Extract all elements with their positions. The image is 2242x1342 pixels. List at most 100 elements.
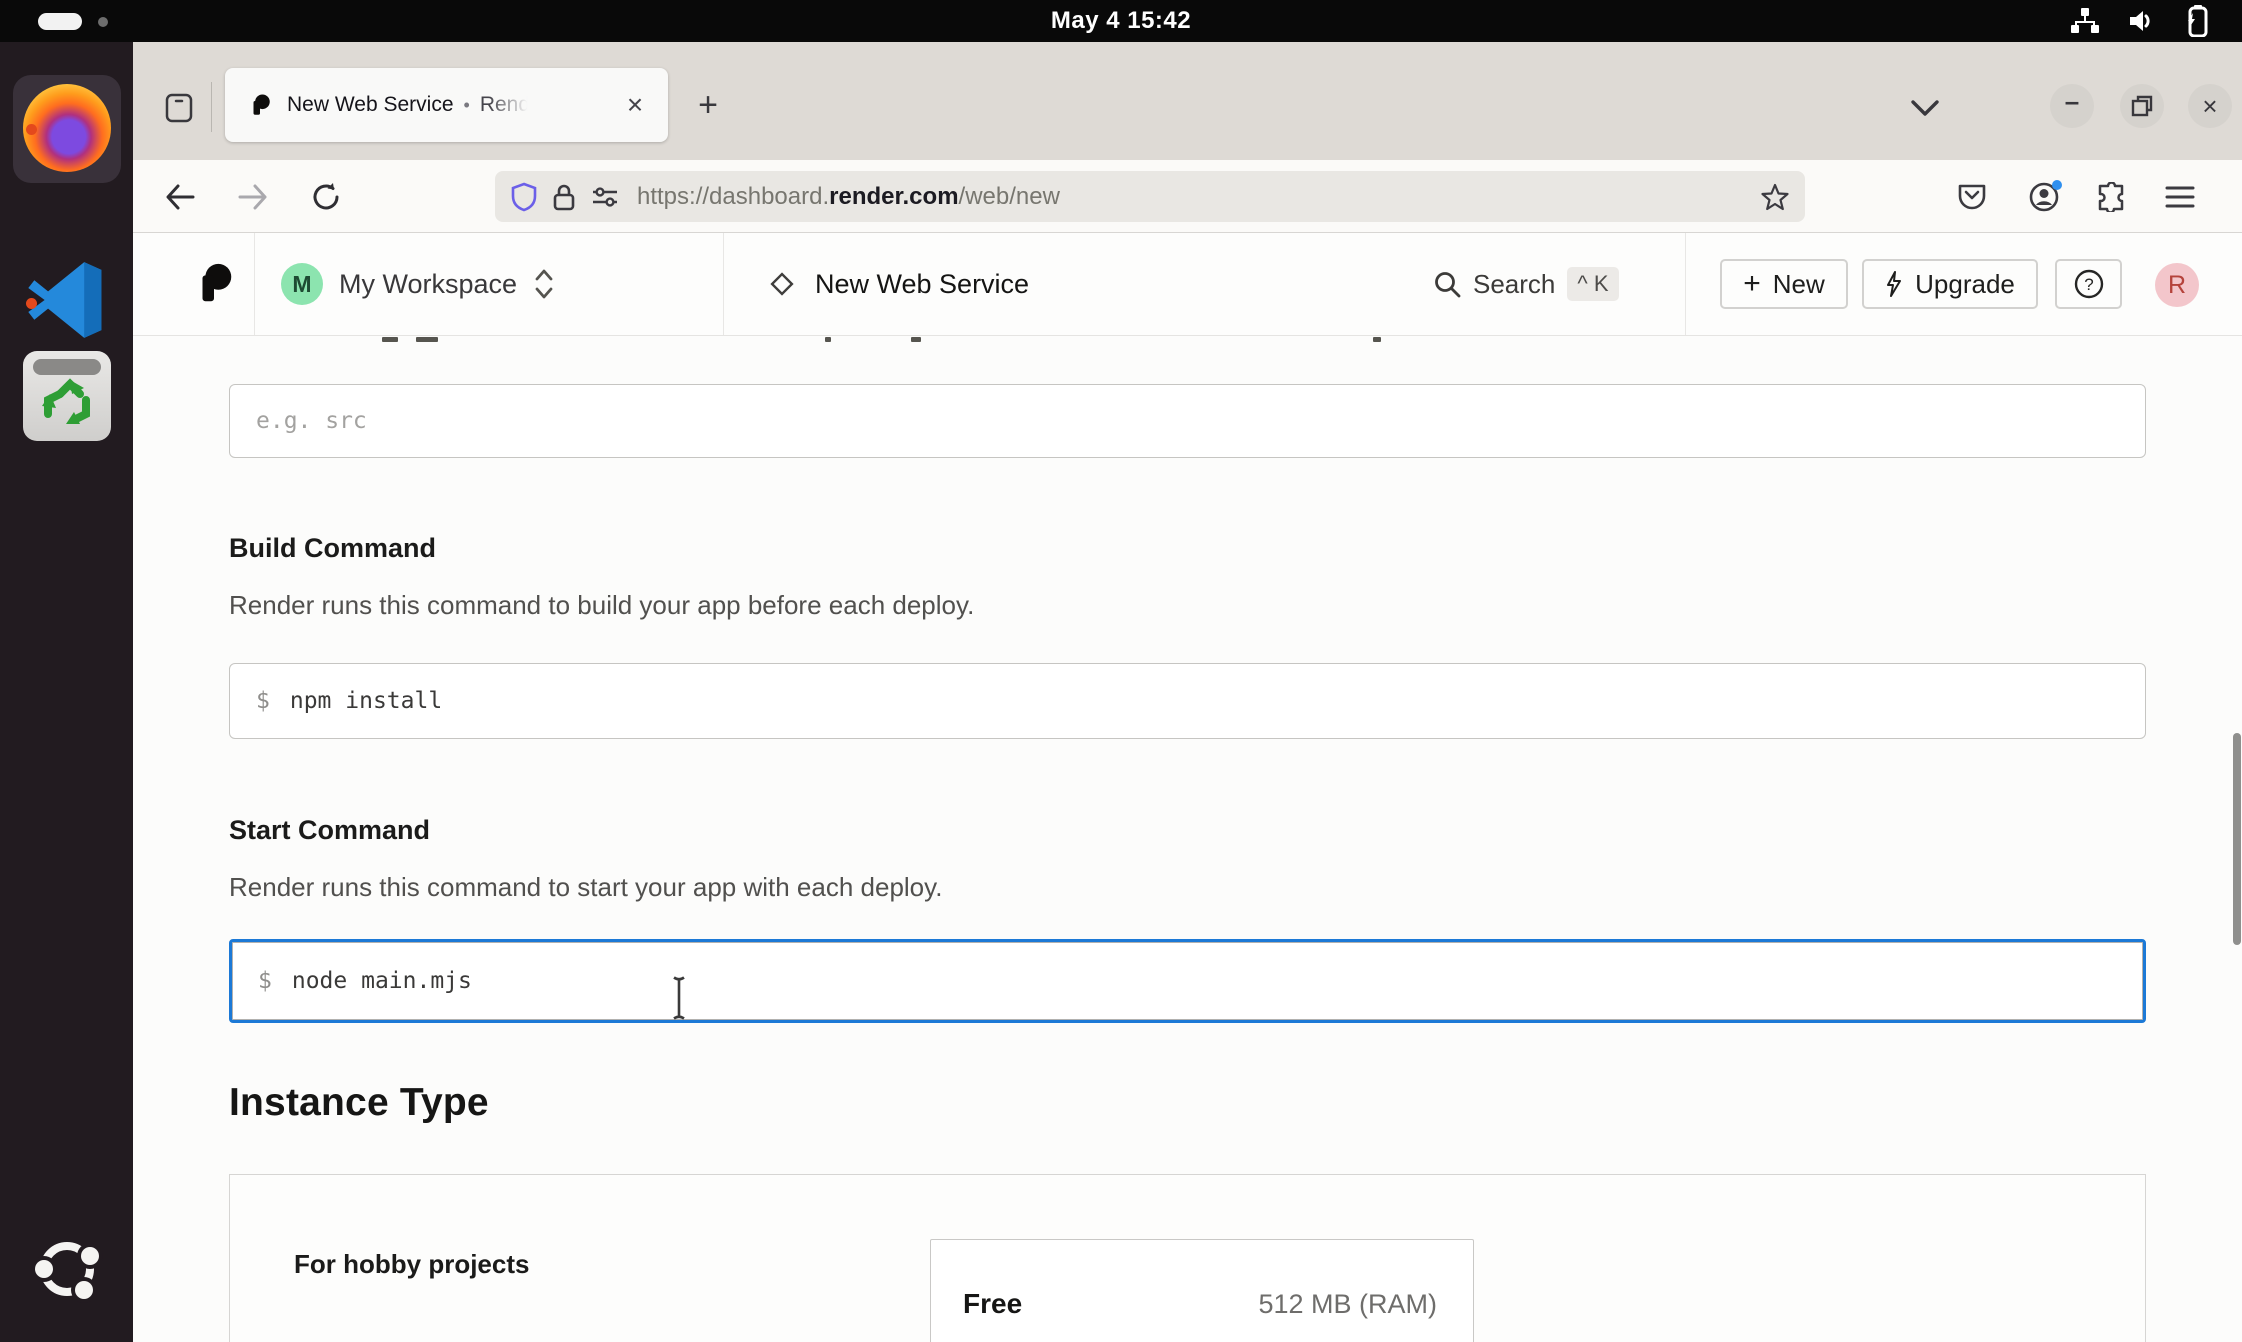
shell-prompt: $	[258, 968, 272, 994]
plus-icon: +	[698, 86, 718, 125]
dock-item-firefox[interactable]	[21, 82, 113, 174]
trash-lid	[33, 359, 101, 375]
upgrade-button-label: Upgrade	[1915, 269, 2015, 300]
header-divider	[254, 233, 255, 335]
firefox-view-icon	[163, 92, 195, 124]
forward-arrow-icon	[237, 183, 269, 211]
start-command-description: Render runs this command to start your a…	[229, 872, 942, 903]
firefox-window: New Web Service • Rend × + – ×	[133, 42, 2242, 1342]
clipped-text-fragment	[382, 337, 398, 342]
tab-title-separator: •	[464, 95, 470, 116]
search-label: Search	[1473, 269, 1555, 300]
close-icon: ×	[2202, 91, 2217, 122]
search-button[interactable]: Search ^ K	[1433, 233, 1619, 335]
free-plan-card[interactable]: Free 512 MB (RAM)	[930, 1239, 1474, 1342]
workspace-avatar: M	[281, 263, 323, 305]
hamburger-menu-icon	[2165, 185, 2195, 209]
url-bar[interactable]: https://dashboard.render.com/web/new	[495, 171, 1805, 222]
plan-name: Free	[963, 1288, 1022, 1320]
render-app-header: M My Workspace New Web Service	[133, 233, 2242, 336]
help-icon: ?	[2072, 267, 2106, 301]
close-icon: ×	[627, 91, 643, 119]
pocket-icon	[1957, 183, 1987, 211]
maximize-button[interactable]	[2120, 84, 2164, 128]
header-divider	[723, 233, 724, 335]
tab-title: New Web Service • Rend	[287, 93, 618, 117]
account-button[interactable]	[2020, 172, 2070, 222]
bookmark-button[interactable]	[1753, 175, 1797, 219]
battery-icon	[2182, 5, 2212, 37]
url-text[interactable]: https://dashboard.render.com/web/new	[637, 183, 1753, 211]
network-icon	[2070, 6, 2100, 36]
start-command-label: Start Command	[229, 815, 430, 846]
plan-ram: 512 MB (RAM)	[1258, 1289, 1437, 1320]
build-command-input[interactable]	[290, 688, 2119, 714]
start-command-field[interactable]: $	[229, 939, 2146, 1023]
search-shortcut-badge: ^ K	[1567, 267, 1618, 301]
close-window-button[interactable]: ×	[2188, 84, 2232, 128]
root-directory-input[interactable]	[256, 408, 2119, 434]
clipped-text-fragment	[825, 337, 831, 342]
url-path: /web/new	[959, 183, 1060, 210]
chevron-down-icon	[1910, 99, 1940, 117]
build-command-description: Render runs this command to build your a…	[229, 590, 974, 621]
navigation-toolbar: https://dashboard.render.com/web/new	[133, 160, 2242, 233]
instance-type-card: For hobby projects Free 512 MB (RAM)	[229, 1174, 2146, 1342]
page-scrollbar-thumb[interactable]	[2233, 733, 2241, 945]
ubuntu-show-apps-button[interactable]	[28, 1230, 106, 1308]
search-icon	[1433, 270, 1461, 298]
extensions-puzzle-icon	[2097, 182, 2127, 212]
user-avatar[interactable]: R	[2155, 263, 2199, 307]
dock-item-trash[interactable]	[21, 350, 113, 442]
url-prefix: https://dashboard.	[637, 183, 829, 210]
build-command-field[interactable]: $	[229, 663, 2146, 739]
gnome-top-bar: May 4 15:42	[0, 0, 2242, 42]
clipped-text-fragment	[1373, 337, 1381, 342]
upgrade-button[interactable]: Upgrade	[1862, 259, 2038, 309]
trash-icon	[23, 351, 111, 441]
recycle-symbol-icon	[40, 378, 94, 428]
shell-prompt: $	[256, 688, 270, 714]
minimize-button[interactable]: –	[2050, 84, 2094, 128]
new-button-label: New	[1773, 269, 1825, 300]
volume-icon	[2126, 6, 2156, 36]
back-arrow-icon	[164, 183, 196, 211]
list-all-tabs-button[interactable]	[1901, 86, 1949, 130]
dock-item-vscode[interactable]	[21, 254, 113, 346]
forward-button[interactable]	[228, 172, 278, 222]
clock[interactable]: May 4 15:42	[0, 0, 2242, 42]
pocket-button[interactable]	[1947, 172, 1997, 222]
reload-icon	[311, 182, 341, 212]
reload-button[interactable]	[301, 172, 351, 222]
new-button[interactable]: + New	[1720, 259, 1848, 309]
firefox-view-button[interactable]	[157, 86, 201, 130]
account-icon	[2028, 180, 2062, 214]
text-cursor-icon	[671, 975, 687, 1021]
page-title-group: New Web Service	[769, 233, 1029, 335]
back-button[interactable]	[155, 172, 205, 222]
start-command-input[interactable]	[292, 968, 2117, 994]
instance-type-heading: Instance Type	[229, 1081, 489, 1125]
workspace-selector[interactable]: M My Workspace	[281, 233, 555, 335]
vscode-icon	[24, 257, 110, 343]
page-viewport: M My Workspace New Web Service	[133, 233, 2242, 1342]
help-button[interactable]: ?	[2055, 259, 2122, 309]
minimize-icon: –	[2065, 86, 2079, 117]
service-diamond-icon	[769, 271, 795, 297]
header-divider	[1685, 233, 1686, 335]
extensions-button[interactable]	[2087, 172, 2137, 222]
menu-button[interactable]	[2155, 172, 2205, 222]
system-tray[interactable]	[2070, 0, 2212, 42]
tab-new-web-service[interactable]: New Web Service • Rend ×	[225, 68, 668, 142]
render-logo-icon	[191, 261, 237, 307]
build-command-label: Build Command	[229, 533, 436, 564]
tabbar-separator	[211, 82, 212, 132]
ubuntu-dock	[0, 42, 133, 1342]
render-favicon-icon	[247, 92, 273, 118]
tab-close-button[interactable]: ×	[618, 88, 652, 122]
new-tab-button[interactable]: +	[685, 82, 731, 128]
root-directory-field[interactable]	[229, 384, 2146, 458]
clipped-text-fragment	[416, 337, 438, 342]
bookmark-star-icon	[1761, 183, 1789, 211]
running-indicator-dot	[26, 298, 37, 309]
